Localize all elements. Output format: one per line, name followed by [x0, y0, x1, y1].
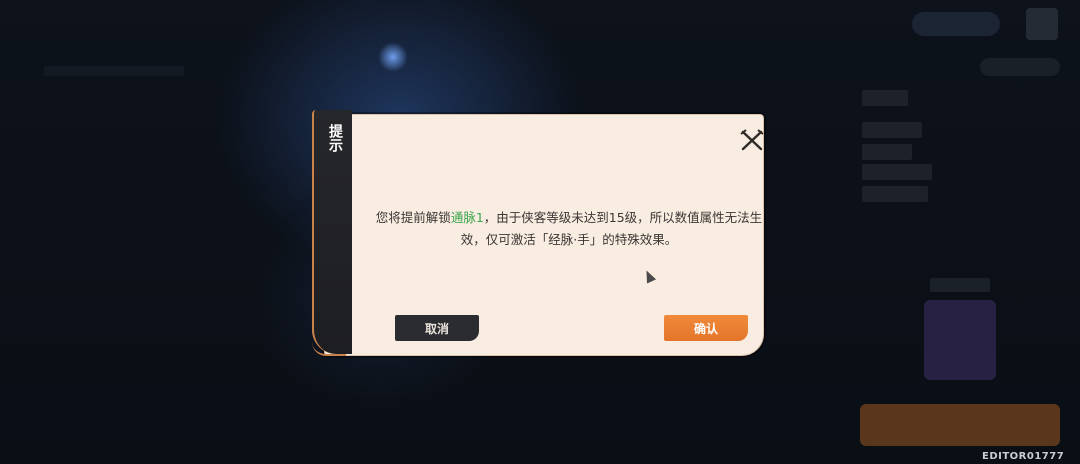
background-panel-row — [862, 122, 922, 138]
message-prefix: 您将提前解锁 — [375, 210, 451, 225]
hint-dialog: 您将提前解锁通脉1，由于侠客等级未达到15级，所以数值属性无法生效，仅可激活「经… — [312, 110, 764, 356]
confirm-button[interactable]: 确认 — [664, 315, 748, 341]
background-glow — [378, 42, 408, 72]
background-panel-row — [862, 164, 932, 180]
background-item-card — [924, 300, 996, 380]
dialog-message: 您将提前解锁通脉1，由于侠客等级未达到15级，所以数值属性无法生效，仅可激活「经… — [375, 207, 763, 251]
background-action-button — [860, 404, 1060, 446]
background-list-row — [44, 66, 184, 76]
dialog-title: 提示 — [327, 124, 343, 152]
background-menu-button — [1026, 8, 1058, 40]
watermark: EDITOR01777 — [982, 451, 1065, 462]
background-card-label — [930, 278, 990, 292]
crossed-swords-close-icon[interactable] — [739, 127, 765, 153]
background-top-button — [912, 12, 1000, 36]
background-toggle — [980, 58, 1060, 76]
message-highlight: 通脉1 — [450, 210, 484, 225]
background-panel-row — [862, 144, 912, 160]
background-panel-row — [862, 90, 908, 106]
message-suffix: ，由于侠客等级未达到15级，所以数值属性无法生效，仅可激活「经脉·手」的特殊效果… — [460, 210, 763, 247]
dialog-title-spine: 提示 — [312, 110, 352, 356]
background-panel-row — [862, 186, 928, 202]
dialog-panel: 您将提前解锁通脉1，由于侠客等级未达到15级，所以数值属性无法生效，仅可激活「经… — [324, 114, 764, 356]
game-scene: 您将提前解锁通脉1，由于侠客等级未达到15级，所以数值属性无法生效，仅可激活「经… — [0, 0, 1080, 464]
cancel-button[interactable]: 取消 — [395, 315, 479, 341]
